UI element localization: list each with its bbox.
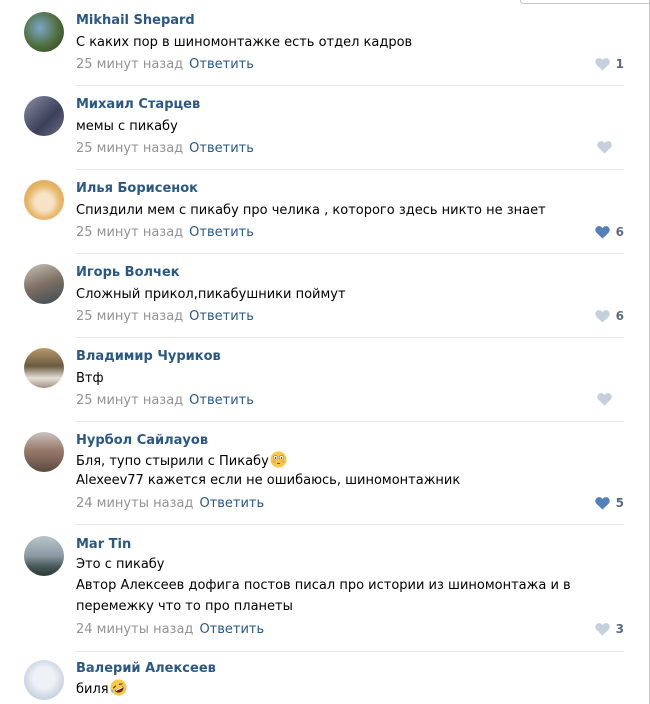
rofl-emoji-icon: [110, 679, 127, 696]
avatar[interactable]: [24, 264, 64, 304]
like-button[interactable]: 3: [594, 622, 624, 636]
comment-meta: 25 минут назад Ответить: [76, 225, 254, 240]
heart-icon: [597, 393, 612, 406]
comment-item: Нурбол Сайлауов Бля, тупо стырили с Пика…: [0, 420, 650, 524]
comment-item: Валерий Алексеев биля: [0, 652, 650, 704]
comment-time[interactable]: 25 минут назад: [76, 393, 183, 408]
comment-author[interactable]: Нурбол Сайлауов: [76, 433, 208, 448]
comment-text: С каких пор в шиномонтажке есть отдел ка…: [76, 35, 413, 50]
avatar[interactable]: [24, 96, 64, 136]
comment-item: Mikhail Shepard С каких пор в шиномонтаж…: [0, 0, 650, 84]
avatar[interactable]: [24, 348, 64, 388]
avatar[interactable]: [24, 12, 64, 52]
comment-meta: 25 минут назад Ответить: [76, 141, 254, 156]
like-count: 6: [615, 225, 624, 239]
comment-text: Это с пикабу: [76, 557, 165, 572]
comment-text: Сложный прикол,пикабушники поймут: [76, 287, 346, 302]
comment-item: Михаил Старцев мемы с пикабу 25 минут на…: [0, 84, 650, 168]
comment-item: Mar Tin Это с пикабу Автор Алексеев дофи…: [0, 524, 650, 652]
comment-time[interactable]: 25 минут назад: [76, 225, 183, 240]
comment-author[interactable]: Mikhail Shepard: [76, 13, 195, 28]
comment-author[interactable]: Игорь Волчек: [76, 265, 180, 280]
like-count: 3: [615, 622, 624, 636]
avatar[interactable]: [24, 660, 64, 700]
comment-time[interactable]: 24 минуты назад: [76, 622, 193, 637]
reply-button[interactable]: Ответить: [189, 393, 254, 408]
comment-text: Автор Алексеев дофига постов писал про и…: [76, 578, 571, 593]
reply-button[interactable]: Ответить: [189, 141, 254, 156]
comment-text: Бля, тупо стырили с Пикабу: [76, 454, 269, 469]
reply-button[interactable]: Ответить: [189, 309, 254, 324]
like-button[interactable]: 1: [594, 57, 624, 71]
like-count: 6: [615, 309, 624, 323]
comment-author[interactable]: Mar Tin: [76, 537, 131, 552]
like-count: 1: [615, 57, 624, 71]
heart-icon: [594, 622, 610, 636]
comment-time[interactable]: 25 минут назад: [76, 141, 183, 156]
comment-meta: 24 минуты назад Ответить: [76, 496, 264, 511]
comment-text-line: Бля, тупо стырили с Пикабу: [76, 451, 287, 472]
comment-time[interactable]: 24 минуты назад: [76, 496, 193, 511]
comment-text-line: биля: [76, 679, 127, 700]
comment-meta: 24 минуты назад Ответить: [76, 622, 264, 637]
comment-author[interactable]: Михаил Старцев: [76, 97, 200, 112]
comment-meta: 25 минут назад Ответить: [76, 309, 254, 324]
comment-time[interactable]: 25 минут назад: [76, 57, 183, 72]
heart-icon: [594, 57, 610, 71]
heart-icon: [594, 225, 610, 239]
comment-author[interactable]: Илья Борисенок: [76, 181, 198, 196]
like-button[interactable]: [597, 141, 624, 154]
comment-text: биля: [76, 682, 109, 697]
comment-text: мемы с пикабу: [76, 119, 178, 134]
comment-text: Спиздили мем с пикабу про челика , котор…: [76, 203, 546, 218]
like-button[interactable]: 5: [594, 496, 624, 510]
comment-item: Игорь Волчек Сложный прикол,пикабушники …: [0, 252, 650, 336]
like-button[interactable]: [597, 393, 624, 406]
comment-text: Alexeev77 кажется если не ошибаюсь, шино…: [76, 473, 461, 488]
like-count: 5: [615, 496, 624, 510]
heart-icon: [594, 496, 610, 510]
reply-button[interactable]: Ответить: [199, 496, 264, 511]
heart-icon: [597, 141, 612, 154]
avatar[interactable]: [24, 536, 64, 576]
reply-button[interactable]: Ответить: [189, 225, 254, 240]
comment-text: Втф: [76, 371, 104, 386]
heart-icon: [594, 309, 610, 323]
comment-author[interactable]: Валерий Алексеев: [76, 661, 216, 676]
comment-text: перемежку что то про планеты: [76, 599, 293, 614]
comment-item: Владимир Чуриков Втф 25 минут назад Ответ…: [0, 336, 650, 420]
comment-author[interactable]: Владимир Чуриков: [76, 349, 221, 364]
avatar[interactable]: [24, 432, 64, 472]
avatar[interactable]: [24, 180, 64, 220]
comment-meta: 25 минут назад Ответить: [76, 393, 254, 408]
reply-button[interactable]: Ответить: [189, 57, 254, 72]
comment-time[interactable]: 25 минут назад: [76, 309, 183, 324]
flushed-face-emoji-icon: [270, 451, 287, 468]
like-button[interactable]: 6: [594, 225, 624, 239]
comment-meta: 25 минут назад Ответить: [76, 57, 254, 72]
reply-button[interactable]: Ответить: [199, 622, 264, 637]
like-button[interactable]: 6: [594, 309, 624, 323]
comment-item: Илья Борисенок Спиздили мем с пикабу про…: [0, 168, 650, 252]
